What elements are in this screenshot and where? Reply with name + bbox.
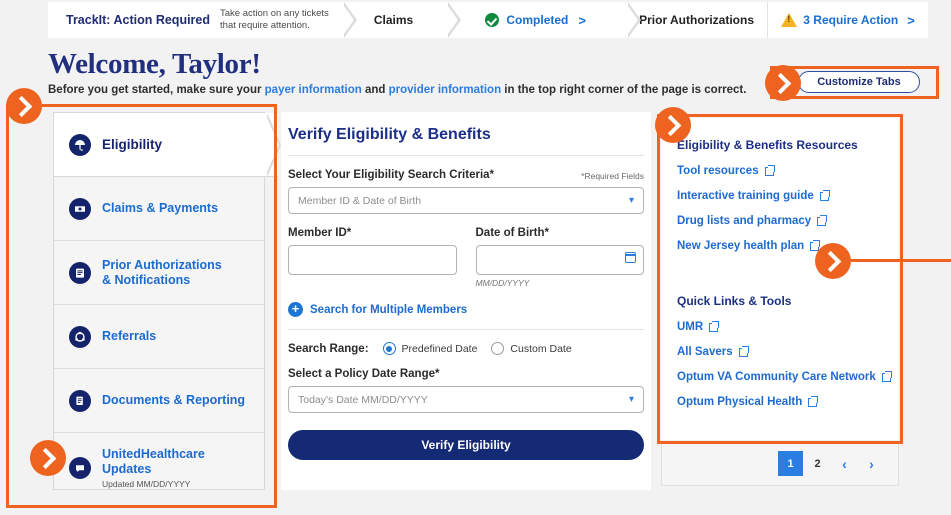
- page-title: Welcome, Taylor!: [48, 48, 261, 80]
- dob-input-wrapper: [475, 239, 644, 275]
- radio-dot-icon: [491, 342, 505, 355]
- annotation-line-sidebar-top: [6, 104, 277, 107]
- radio-predefined-date[interactable]: Predefined Date: [382, 342, 478, 355]
- subtitle-part-1: Before you get started, make sure your: [48, 84, 265, 96]
- payer-information-link[interactable]: payer information: [265, 84, 362, 96]
- radio-custom-date[interactable]: Custom Date: [491, 342, 572, 355]
- search-range-row: Search Range: Predefined Date Custom Dat…: [288, 342, 644, 355]
- dob-group: Date of Birth* MM/DD/YYYY: [475, 227, 644, 288]
- pagination-page-2[interactable]: 2: [805, 451, 830, 476]
- nav-claims-label: Claims: [373, 13, 414, 27]
- plus-circle-icon: +: [288, 302, 303, 317]
- nav-tab-prior-authorizations[interactable]: Prior Authorizations: [625, 2, 768, 38]
- radio-predefined-label: Predefined Date: [401, 342, 478, 355]
- provider-information-link[interactable]: provider information: [389, 84, 501, 96]
- annotation-line-sidebar-right: [274, 104, 277, 508]
- top-navigation-bar: TrackIt: Action Required Take action on …: [48, 2, 928, 38]
- warning-triangle-icon: [781, 13, 798, 27]
- search-multiple-members-link[interactable]: + Search for Multiple Members: [288, 302, 651, 317]
- radio-dot-selected-icon: [382, 342, 396, 355]
- annotation-arrow-sidebar-bottom: [30, 440, 66, 476]
- policy-label-row: Select a Policy Date Range*: [288, 368, 644, 380]
- annotation-line-newjersey: [845, 259, 951, 262]
- pagination-page-1[interactable]: 1: [778, 451, 803, 476]
- criteria-select-value: Member ID & Date of Birth: [298, 194, 422, 207]
- nav-require-action-label: 3 Require Action: [803, 13, 899, 27]
- policy-date-range-select[interactable]: Today's Date MM/DD/YYYY ▾: [288, 386, 644, 413]
- dob-label: Date of Birth*: [475, 227, 549, 239]
- annotation-box-resources: [657, 114, 903, 444]
- nav-tab-trackit[interactable]: TrackIt: Action Required Take action on …: [48, 2, 357, 38]
- policy-select-value: Today's Date MM/DD/YYYY: [298, 393, 428, 406]
- member-id-group: Member ID*: [288, 227, 457, 288]
- nav-tab-completed[interactable]: Completed >: [445, 2, 641, 38]
- pagination-next-button[interactable]: ›: [859, 451, 884, 476]
- nav-trackit-title: TrackIt: Action Required: [66, 13, 211, 27]
- chevron-right-icon: >: [907, 12, 915, 28]
- dob-input[interactable]: [475, 245, 644, 275]
- chevron-down-icon: ▾: [628, 195, 634, 206]
- annotation-arrow-sidebar-top: [6, 88, 42, 124]
- chevron-right-icon: >: [578, 12, 586, 28]
- form-divider-2: [288, 329, 644, 330]
- required-fields-note: *Required Fields: [581, 171, 644, 181]
- chevron-down-icon: ▾: [628, 394, 634, 405]
- nav-prior-auth-label: Prior Authorizations: [639, 13, 754, 27]
- pagination-prev-button[interactable]: ‹: [832, 451, 857, 476]
- eligibility-criteria-select[interactable]: Member ID & Date of Birth ▾: [288, 187, 644, 214]
- radio-custom-label: Custom Date: [510, 342, 572, 355]
- nav-tab-require-action[interactable]: 3 Require Action >: [767, 2, 928, 38]
- annotation-arrow-newjersey: [815, 243, 851, 279]
- member-id-input[interactable]: [288, 245, 457, 275]
- search-range-label: Search Range:: [288, 342, 369, 355]
- pagination: 1 2 ‹ ›: [661, 441, 899, 486]
- calendar-icon[interactable]: [624, 252, 636, 263]
- criteria-field-group: Select Your Eligibility Search Criteria*…: [281, 169, 651, 214]
- criteria-label-row: Select Your Eligibility Search Criteria*…: [288, 169, 644, 181]
- policy-date-range-label: Select a Policy Date Range*: [288, 368, 440, 380]
- search-multiple-members-label: Search for Multiple Members: [310, 303, 468, 316]
- member-id-label: Member ID*: [288, 227, 352, 239]
- verify-eligibility-button[interactable]: Verify Eligibility: [288, 430, 644, 460]
- criteria-label: Select Your Eligibility Search Criteria*: [288, 169, 495, 181]
- nav-trackit-subtitle: Take action on any tickets that require …: [220, 8, 329, 31]
- member-dob-row: Member ID* Date of Birth* MM/DD/YYYY: [281, 227, 651, 288]
- subtitle-part-2: and: [361, 84, 389, 96]
- subtitle-part-3: in the top right corner of the page is c…: [501, 84, 747, 96]
- search-range-group: Search Range: Predefined Date Custom Dat…: [281, 342, 651, 413]
- annotation-arrow-resources: [655, 107, 691, 143]
- nav-completed-label: Completed: [506, 13, 569, 27]
- annotation-arrow-customize-tabs: [765, 65, 801, 101]
- dob-format-hint: MM/DD/YYYY: [475, 278, 530, 288]
- page-root: TrackIt: Action Required Take action on …: [0, 0, 951, 515]
- verify-eligibility-form: Verify Eligibility & Benefits Select You…: [281, 112, 651, 490]
- check-circle-icon: [485, 13, 500, 27]
- page-subtitle: Before you get started, make sure your p…: [48, 84, 746, 96]
- form-divider: [288, 155, 644, 156]
- form-title: Verify Eligibility & Benefits: [288, 126, 491, 143]
